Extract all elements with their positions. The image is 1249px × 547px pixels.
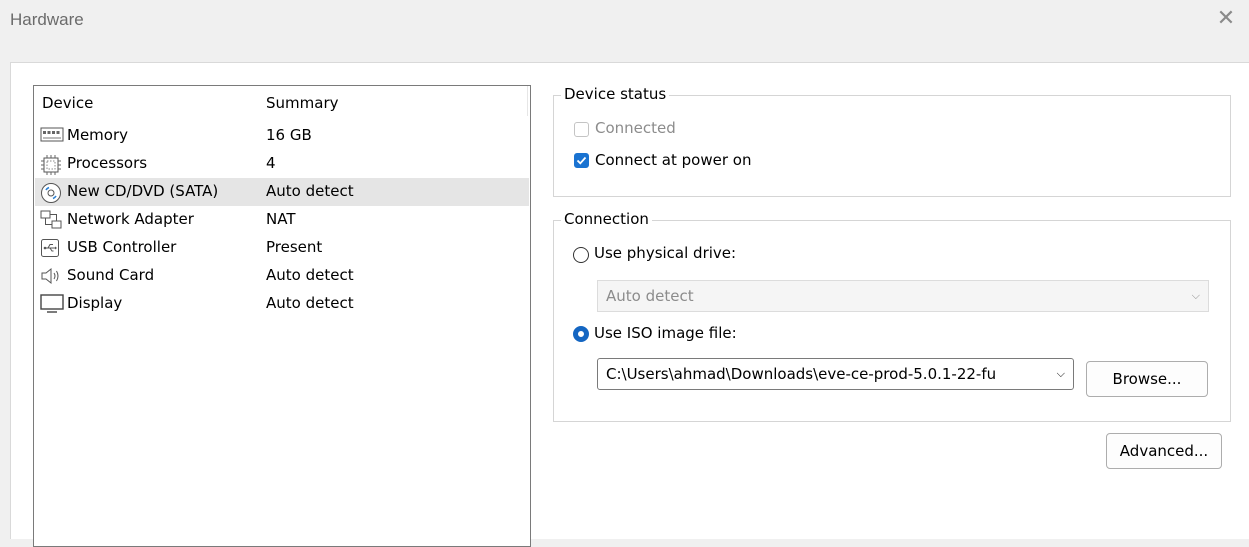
cd-dvd-icon	[40, 182, 62, 203]
device-name: Sound Card	[67, 266, 155, 284]
device-name: Processors	[67, 154, 148, 172]
chevron-down-icon[interactable]: ⌵	[1057, 367, 1065, 381]
column-divider	[527, 86, 528, 116]
connected-checkbox[interactable]	[574, 122, 589, 137]
device-row-memory[interactable]: Memory 16 GB	[35, 122, 529, 150]
physical-drive-value: Auto detect	[606, 287, 694, 305]
iso-path-combobox[interactable]: C:\Users\ahmad\Downloads\eve-ce-prod-5.0…	[597, 358, 1074, 390]
browse-button[interactable]: Browse...	[1086, 361, 1208, 397]
checkmark-icon	[576, 156, 587, 165]
use-iso-image-radio[interactable]	[573, 326, 589, 342]
connection-legend: Connection	[561, 210, 652, 228]
dialog-content: Device Summary Memory 16 GB Processors 4…	[10, 62, 1249, 547]
use-physical-drive-label: Use physical drive:	[594, 244, 737, 262]
chevron-down-icon: ⌵	[1191, 289, 1200, 302]
device-name: Display	[67, 294, 123, 312]
device-list[interactable]: Device Summary Memory 16 GB Processors 4…	[33, 85, 531, 547]
device-summary: Auto detect	[266, 294, 354, 312]
advanced-button[interactable]: Advanced...	[1106, 433, 1222, 469]
device-row-cd-dvd[interactable]: New CD/DVD (SATA) Auto detect	[35, 178, 529, 206]
title-bar: Hardware ✕	[0, 0, 1249, 48]
iso-path-value[interactable]: C:\Users\ahmad\Downloads\eve-ce-prod-5.0…	[606, 365, 996, 383]
device-name: USB Controller	[67, 238, 177, 256]
device-summary: 4	[266, 154, 276, 172]
use-physical-drive-radio[interactable]	[573, 247, 589, 263]
physical-drive-select[interactable]: Auto detect ⌵	[597, 280, 1209, 312]
use-iso-image-label: Use ISO image file:	[594, 324, 737, 342]
device-summary: NAT	[266, 210, 296, 228]
display-icon	[40, 294, 64, 314]
memory-icon	[40, 126, 64, 146]
device-summary: Auto detect	[266, 266, 354, 284]
device-name: New CD/DVD (SATA)	[67, 182, 219, 200]
device-row-sound-card[interactable]: Sound Card Auto detect	[35, 262, 529, 290]
device-column-header[interactable]: Device	[42, 94, 93, 118]
connected-label: Connected	[595, 119, 676, 137]
device-row-network-adapter[interactable]: Network Adapter NAT	[35, 206, 529, 234]
device-name: Network Adapter	[67, 210, 194, 228]
usb-icon	[40, 238, 62, 258]
device-status-legend: Device status	[561, 85, 670, 103]
connect-at-power-on-checkbox[interactable]	[574, 153, 589, 168]
device-row-display[interactable]: Display Auto detect	[35, 290, 529, 318]
device-summary: 16 GB	[266, 126, 312, 144]
connect-at-power-on-label: Connect at power on	[595, 151, 752, 169]
device-summary: Present	[266, 238, 323, 256]
device-row-usb-controller[interactable]: USB Controller Present	[35, 234, 529, 262]
device-summary: Auto detect	[266, 182, 354, 200]
summary-column-header[interactable]: Summary	[266, 94, 339, 118]
speaker-icon	[40, 266, 62, 286]
device-row-processors[interactable]: Processors 4	[35, 150, 529, 178]
processor-icon	[40, 154, 62, 175]
device-status-group	[553, 95, 1231, 197]
window-title: Hardware	[10, 10, 84, 29]
network-adapter-icon	[40, 210, 62, 230]
device-name: Memory	[67, 126, 129, 144]
close-icon[interactable]: ✕	[1215, 8, 1237, 30]
